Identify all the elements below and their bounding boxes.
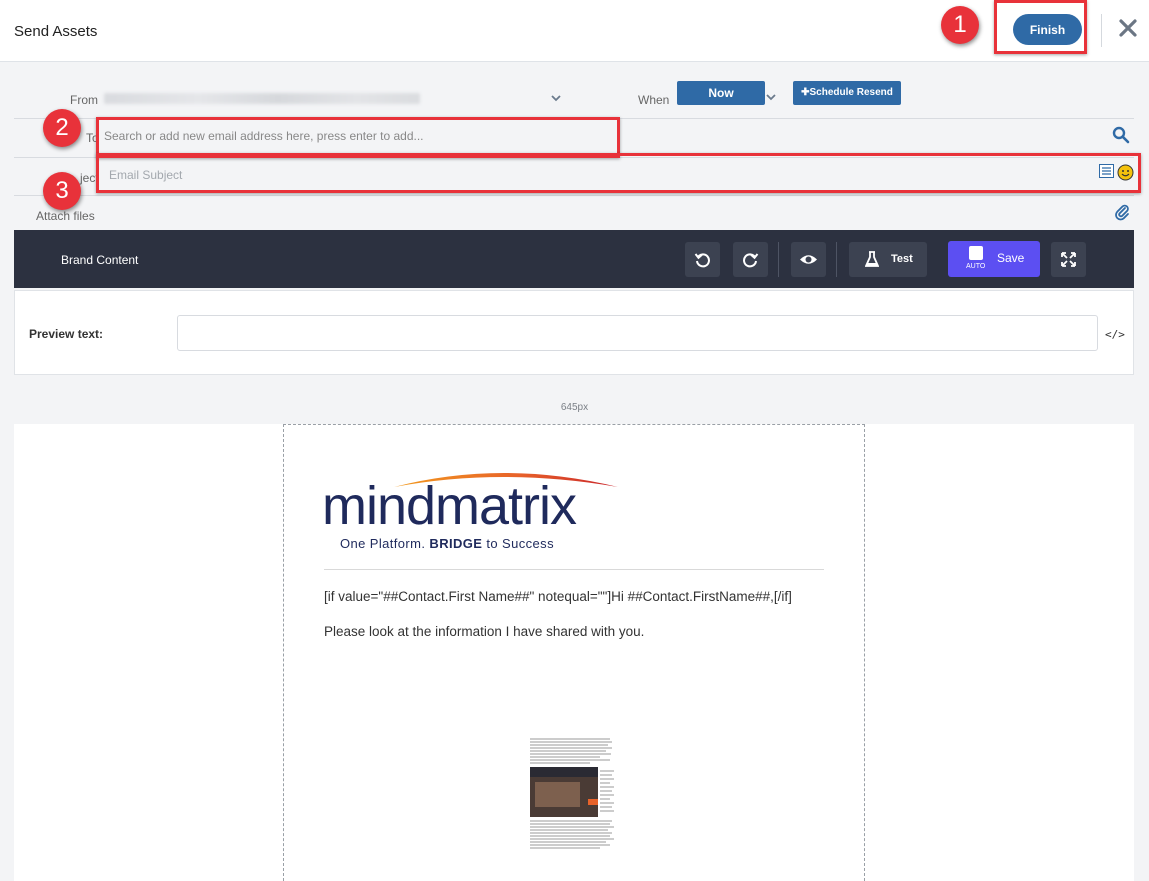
page-title: Send Assets [14, 23, 98, 40]
test-label: Test [891, 253, 913, 265]
test-button[interactable]: Test [849, 242, 927, 277]
preview-text-input[interactable] [177, 315, 1098, 351]
annotation-box-1 [994, 0, 1087, 54]
now-chevron-down-icon[interactable] [765, 92, 777, 102]
email-body[interactable]: mindmatrix One Platform. BRIDGE to Succe… [283, 424, 865, 881]
from-chevron-down-icon[interactable] [550, 93, 562, 103]
attach-files-label[interactable]: Attach files [36, 209, 95, 223]
auto-label: AUTO [966, 263, 986, 270]
schedule-resend-label: Schedule Resend [809, 87, 893, 98]
brand-content-label: Brand Content [61, 253, 139, 267]
code-view-icon[interactable]: </> [1105, 328, 1125, 341]
preview-button[interactable] [791, 242, 826, 277]
undo-button[interactable] [685, 242, 720, 277]
editor-toolbar: Brand Content Test AUTO Save [14, 230, 1134, 288]
asset-thumbnail[interactable] [530, 737, 616, 852]
tagline-bold: BRIDGE [429, 536, 483, 551]
canvas-width-label: 645px [560, 402, 589, 413]
eye-icon [800, 255, 817, 264]
redo-button[interactable] [733, 242, 768, 277]
logo-wordmark: mindmatrix [322, 476, 577, 536]
save-label: Save [997, 251, 1025, 265]
header-divider [1101, 14, 1102, 47]
logo-tagline: One Platform. BRIDGE to Success [340, 536, 554, 551]
search-icon[interactable] [1112, 126, 1130, 144]
tagline-part: One Platform. [340, 536, 430, 551]
expand-icon [1061, 252, 1076, 267]
annotation-badge-2: 2 [43, 109, 81, 147]
annotation-badge-3: 3 [43, 172, 81, 210]
undo-icon [694, 253, 710, 268]
when-label: When [638, 93, 670, 107]
fullscreen-button[interactable] [1051, 242, 1086, 277]
toolbar-divider [778, 242, 779, 277]
divider [14, 195, 1134, 196]
preview-text-row: Preview text: </> [14, 290, 1134, 375]
annotation-box-2 [96, 117, 620, 158]
redo-icon [743, 253, 759, 268]
schedule-resend-button[interactable]: ✚Schedule Resend [793, 81, 901, 105]
email-message-line: Please look at the information I have sh… [324, 624, 645, 639]
annotation-badge-1: 1 [941, 6, 979, 44]
flask-icon [865, 251, 879, 267]
email-divider [324, 569, 824, 570]
from-value[interactable] [104, 93, 420, 104]
preview-text-label: Preview text: [29, 327, 104, 341]
annotation-box-3 [96, 153, 1141, 193]
email-greeting-line: [if value="##Contact.First Name##" noteq… [324, 589, 792, 604]
now-dropdown[interactable]: Now [677, 81, 765, 105]
save-square-icon [969, 246, 983, 260]
close-icon[interactable] [1117, 17, 1139, 39]
save-button[interactable]: AUTO Save [948, 241, 1040, 277]
tagline-part: to Success [482, 536, 554, 551]
toolbar-divider [836, 242, 837, 277]
from-label: From [70, 93, 98, 107]
plus-icon: ✚ [801, 87, 810, 98]
paperclip-icon[interactable] [1114, 203, 1130, 221]
